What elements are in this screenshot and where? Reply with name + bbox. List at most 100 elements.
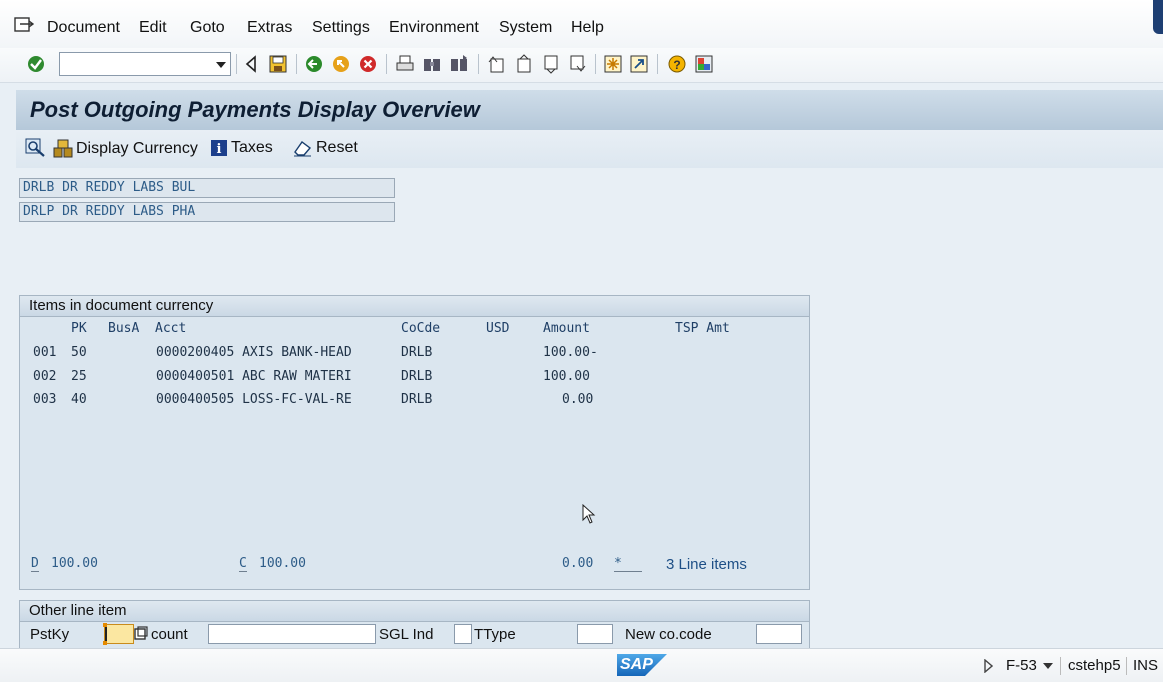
exit-icon[interactable]	[331, 54, 351, 74]
balance-total: 0.00	[562, 556, 594, 571]
menu-environment[interactable]: Environment	[389, 19, 479, 37]
overview-magnifier-icon[interactable]	[25, 138, 47, 158]
menu-settings[interactable]: Settings	[312, 19, 370, 37]
balance-status: *	[614, 556, 642, 572]
reset-label: Reset	[316, 139, 358, 156]
sgl-ind-label: SGL Ind	[379, 626, 434, 643]
display-currency-button[interactable]: Display Currency	[53, 139, 198, 159]
customize-layout-icon[interactable]	[694, 54, 714, 74]
menu-help[interactable]: Help	[571, 19, 604, 37]
line-items-count: 3 Line items	[666, 556, 747, 573]
items-panel-title: Items in document currency	[20, 296, 809, 317]
page-title: Post Outgoing Payments Display Overview	[30, 97, 480, 122]
create-session-icon[interactable]	[603, 54, 623, 74]
print-icon[interactable]	[395, 54, 415, 74]
row-cocde: DRLB	[401, 369, 433, 384]
green-back-icon[interactable]	[304, 54, 324, 74]
row-amount: 100.00-	[543, 345, 598, 360]
pstky-label: PstKy	[30, 626, 70, 643]
posting-key-input[interactable]	[103, 623, 134, 645]
account-input[interactable]	[208, 624, 376, 644]
credit-total: 100.00	[259, 556, 306, 571]
system-menu-icon[interactable]	[14, 16, 34, 34]
server-name: cstehp5	[1068, 657, 1121, 674]
row-pk: 50	[71, 345, 87, 360]
row-number: 003	[33, 392, 57, 407]
chevron-down-icon[interactable]	[1043, 663, 1053, 669]
menu-extras[interactable]: Extras	[247, 19, 292, 37]
search-help-icon	[134, 626, 148, 640]
row-amount: 100.00	[543, 369, 590, 384]
col-header-amount: Amount	[543, 321, 590, 336]
menu-document[interactable]: Document	[47, 19, 120, 37]
menu-goto[interactable]: Goto	[190, 19, 225, 37]
status-separator	[1060, 657, 1061, 675]
chevron-down-icon[interactable]	[216, 62, 226, 68]
col-header-usd: USD	[486, 321, 510, 336]
row-cocde: DRLB	[401, 392, 433, 407]
previous-page-icon[interactable]	[514, 54, 534, 74]
row-account[interactable]: 0000400501 ABC RAW MATERI	[156, 369, 352, 384]
row-account[interactable]: 0000400505 LOSS-FC-VAL-RE	[156, 392, 352, 407]
title-bar: Post Outgoing Payments Display Overview	[16, 90, 1163, 130]
toolbar-separator	[296, 54, 297, 74]
svg-text:?: ?	[673, 58, 680, 72]
ttype-label: TType	[474, 626, 516, 643]
row-number: 002	[33, 369, 57, 384]
credit-indicator: C	[239, 556, 247, 572]
col-header-tsp-amt: TSP Amt	[675, 321, 730, 336]
next-page-icon[interactable]	[541, 54, 561, 74]
row-amount: 0.00	[562, 392, 594, 407]
reset-button[interactable]: Reset	[293, 139, 358, 157]
first-page-icon[interactable]	[487, 54, 507, 74]
status-bar: SAP F-53 cstehp5 INS	[0, 648, 1163, 682]
save-icon[interactable]	[268, 54, 288, 74]
taxes-label: Taxes	[231, 139, 273, 156]
row-pk: 40	[71, 392, 87, 407]
focus-handle	[103, 641, 107, 645]
sgl-ind-input[interactable]	[454, 624, 472, 644]
cancel-icon[interactable]	[358, 54, 378, 74]
search-help-button[interactable]	[134, 626, 148, 642]
sap-logo-text: SAP	[620, 656, 653, 673]
col-header-cocde: CoCde	[401, 321, 441, 336]
row-pk: 25	[71, 369, 87, 384]
find-next-icon[interactable]	[449, 54, 469, 74]
toolbar-separator	[236, 54, 237, 74]
mouse-cursor-icon	[582, 504, 596, 524]
text-cursor	[105, 627, 107, 641]
menu-system[interactable]: System	[499, 19, 552, 37]
row-number: 001	[33, 345, 57, 360]
help-icon[interactable]: ?	[667, 54, 687, 74]
shortcut-icon[interactable]	[629, 54, 649, 74]
account-label: count	[151, 626, 188, 643]
debit-indicator: D	[31, 556, 39, 572]
window-corner	[1153, 0, 1163, 34]
taxes-button[interactable]: i Taxes	[210, 139, 273, 157]
col-header-busa: BusA	[108, 321, 140, 336]
new-co-code-input[interactable]	[756, 624, 802, 644]
transaction-code[interactable]: F-53	[1006, 657, 1037, 674]
toolbar-separator	[595, 54, 596, 74]
enter-check-icon[interactable]	[26, 54, 46, 74]
back-icon[interactable]	[242, 54, 262, 74]
row-account[interactable]: 0000200405 AXIS BANK-HEAD	[156, 345, 352, 360]
new-co-code-label: New co.code	[625, 626, 712, 643]
menu-edit[interactable]: Edit	[139, 19, 167, 37]
last-page-icon[interactable]	[567, 54, 587, 74]
company-code-line-1: DRLB DR REDDY LABS BUL	[19, 178, 395, 198]
sap-logo: SAP	[617, 654, 667, 676]
items-panel: Items in document currency PK BusA Acct …	[19, 295, 810, 590]
reset-eraser-icon	[294, 141, 312, 157]
command-field[interactable]	[59, 52, 231, 76]
toolbar-separator	[478, 54, 479, 74]
currency-coins-icon	[53, 139, 73, 158]
company-code-line-2: DRLP DR REDDY LABS PHA	[19, 202, 395, 222]
application-toolbar: Display Currency i Taxes Reset	[16, 130, 1163, 168]
col-header-acct: Acct	[155, 321, 187, 336]
other-line-item-panel: Other line item PstKy count SGL Ind TTyp…	[19, 600, 810, 648]
status-expand-icon[interactable]	[983, 659, 993, 673]
ttype-input[interactable]	[577, 624, 613, 644]
insert-mode[interactable]: INS	[1133, 657, 1158, 674]
find-icon[interactable]	[422, 54, 442, 74]
